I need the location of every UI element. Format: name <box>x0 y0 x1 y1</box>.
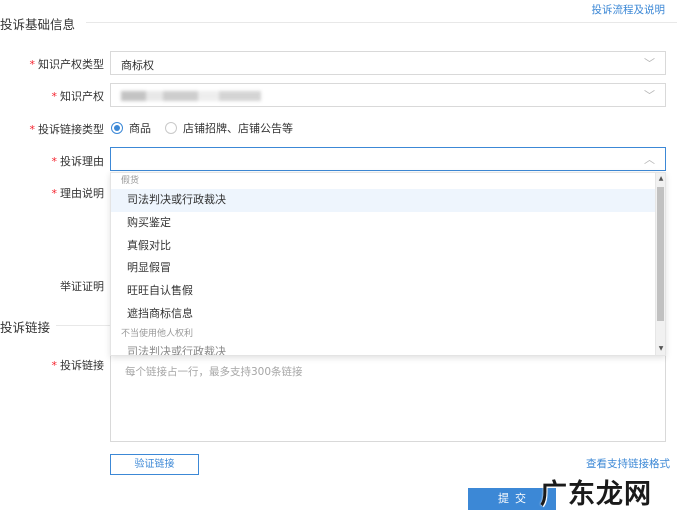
dropdown-group-header: 假货 <box>121 176 140 186</box>
required-mark: * <box>51 359 58 372</box>
dropdown-option[interactable]: 真假对比 <box>111 235 665 258</box>
evidence-label: 举证证明 <box>60 278 104 294</box>
chevron-down-icon: ﹀ <box>644 57 655 70</box>
link-type-label: * 投诉链接类型 <box>30 121 105 137</box>
link-type-radio-group: 商品 店铺招牌、店铺公告等 <box>111 120 307 136</box>
links-label-text: 投诉链接 <box>60 359 104 372</box>
ip-type-label: * 知识产权类型 <box>30 56 105 72</box>
verify-links-button[interactable]: 验证链接 <box>110 454 199 475</box>
required-mark: * <box>51 90 58 103</box>
dropdown-scrollbar[interactable]: ▲ ▼ <box>655 173 665 355</box>
complaint-process-link[interactable]: 投诉流程及说明 <box>592 2 666 17</box>
radio-product-label[interactable]: 商品 <box>129 120 151 136</box>
scroll-up-icon[interactable]: ▲ <box>656 173 665 185</box>
ip-select[interactable]: ﹀ <box>110 83 666 107</box>
scroll-down-icon[interactable]: ▼ <box>656 343 665 355</box>
redacted-ip-value <box>121 91 261 101</box>
required-mark: * <box>51 155 58 168</box>
view-supported-formats-link[interactable]: 查看支持链接格式 <box>586 456 670 471</box>
dropdown-option[interactable]: 明显假冒 <box>111 257 665 280</box>
dropdown-option[interactable]: 司法判决或行政裁决 <box>111 189 665 212</box>
reason-label-text: 投诉理由 <box>60 155 104 168</box>
required-mark: * <box>29 123 36 136</box>
ip-type-value: 商标权 <box>121 59 154 72</box>
chevron-down-icon: ﹀ <box>644 89 655 102</box>
reason-label: * 投诉理由 <box>52 153 105 169</box>
links-textarea[interactable]: 每个链接占一行，最多支持300条链接 <box>110 356 666 442</box>
section-title-links: 投诉链接 <box>0 320 51 335</box>
dropdown-option[interactable]: 购买鉴定 <box>111 212 665 235</box>
scrollbar-thumb[interactable] <box>657 187 664 321</box>
reason-desc-label: * 理由说明 <box>52 185 105 201</box>
reason-desc-label-text: 理由说明 <box>60 187 104 200</box>
radio-shop-sign-label[interactable]: 店铺招牌、店铺公告等 <box>183 120 293 136</box>
ip-type-select[interactable]: 商标权 ﹀ <box>110 51 666 75</box>
link-type-label-text: 投诉链接类型 <box>38 123 104 136</box>
ip-label: * 知识产权 <box>52 88 105 104</box>
evidence-label-text: 举证证明 <box>60 280 104 293</box>
dropdown-group-header: 不当使用他人权利 <box>121 328 194 339</box>
reason-select[interactable]: ︿ <box>110 147 666 171</box>
dropdown-option[interactable]: 旺旺自认售假 <box>111 280 665 303</box>
watermark-logo: 广东龙网 <box>540 479 652 510</box>
section-title-basic: 投诉基础信息 <box>0 17 76 32</box>
links-label: * 投诉链接 <box>52 357 105 373</box>
chevron-up-icon: ︿ <box>644 153 655 166</box>
section-divider <box>86 22 677 23</box>
reason-dropdown[interactable]: 假货 司法判决或行政裁决 购买鉴定 真假对比 明显假冒 旺旺自认售假 遮挡商标信… <box>110 172 666 356</box>
radio-product[interactable] <box>111 122 123 134</box>
dropdown-option[interactable]: 司法判决或行政裁决 <box>111 342 665 355</box>
required-mark: * <box>51 187 58 200</box>
links-placeholder: 每个链接占一行，最多支持300条链接 <box>125 366 303 378</box>
ip-label-text: 知识产权 <box>60 90 104 103</box>
radio-shop-sign[interactable] <box>165 122 177 134</box>
dropdown-option[interactable]: 遮挡商标信息 <box>111 303 665 326</box>
ip-type-label-text: 知识产权类型 <box>38 58 104 71</box>
required-mark: * <box>29 58 36 71</box>
